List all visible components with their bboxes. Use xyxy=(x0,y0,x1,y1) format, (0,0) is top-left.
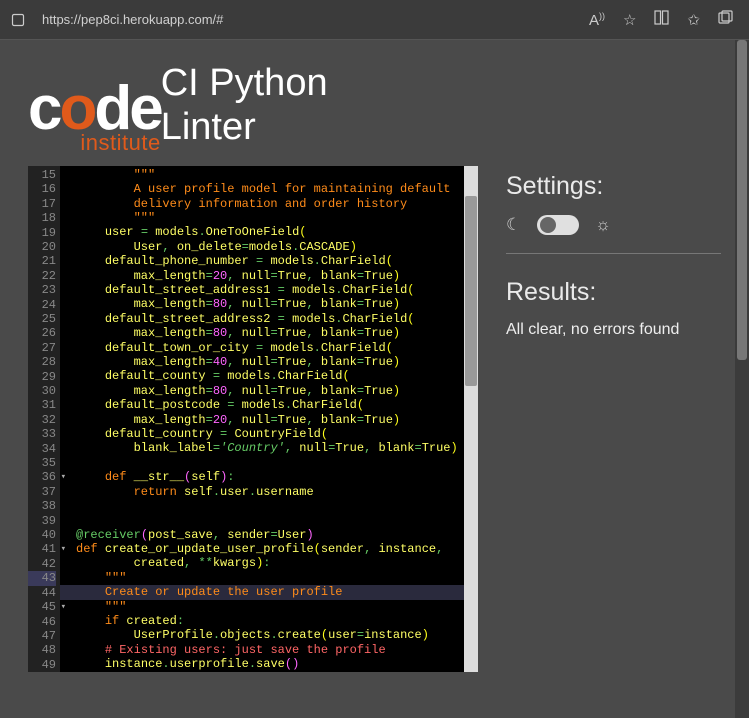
logo-code: code xyxy=(28,82,161,137)
browser-actions: A)) ☆ ✩ xyxy=(589,10,739,29)
editor-scrollbar[interactable] xyxy=(464,166,478,672)
app-icon[interactable] xyxy=(718,10,733,29)
page-scroll-thumb[interactable] xyxy=(737,40,747,360)
collections-icon[interactable] xyxy=(654,10,669,29)
settings-heading: Settings: xyxy=(506,172,721,201)
code-editor[interactable]: 1516171819202122232425262728293031323334… xyxy=(28,166,478,672)
sidebar: Settings: ☾ ☼ Results: All clear, no err… xyxy=(506,166,721,718)
logo-institute: institute xyxy=(80,133,160,152)
moon-icon: ☾ xyxy=(506,215,521,235)
page-content: code institute CI Python Linter 15161718… xyxy=(0,40,749,718)
title-line2: Linter xyxy=(161,106,328,150)
page-header: code institute CI Python Linter xyxy=(28,82,721,152)
browser-address-bar: https://pep8ci.herokuapp.com/# A)) ☆ ✩ xyxy=(0,0,749,40)
line-number-gutter: 1516171819202122232425262728293031323334… xyxy=(28,166,60,672)
favorites-bar-icon[interactable]: ✩ xyxy=(687,11,700,29)
code-area[interactable]: """ A user profile model for maintaining… xyxy=(60,166,478,672)
site-info-icon[interactable] xyxy=(10,12,26,28)
logo: code institute xyxy=(28,82,161,152)
editor-scroll-thumb[interactable] xyxy=(465,196,477,386)
url-text[interactable]: https://pep8ci.herokuapp.com/# xyxy=(34,8,581,31)
results-message: All clear, no errors found xyxy=(506,321,721,339)
title-line1: CI Python xyxy=(161,62,328,106)
toggle-knob xyxy=(540,217,556,233)
results-heading: Results: xyxy=(506,278,721,307)
theme-settings-row: ☾ ☼ xyxy=(506,215,721,254)
page-title: CI Python Linter xyxy=(161,62,328,149)
sun-icon: ☼ xyxy=(595,215,611,235)
page-scrollbar[interactable] xyxy=(735,40,749,718)
favorite-icon[interactable]: ☆ xyxy=(623,11,636,29)
main-content: 1516171819202122232425262728293031323334… xyxy=(28,166,721,718)
read-aloud-icon[interactable]: A)) xyxy=(589,11,605,29)
theme-toggle[interactable] xyxy=(537,215,579,235)
